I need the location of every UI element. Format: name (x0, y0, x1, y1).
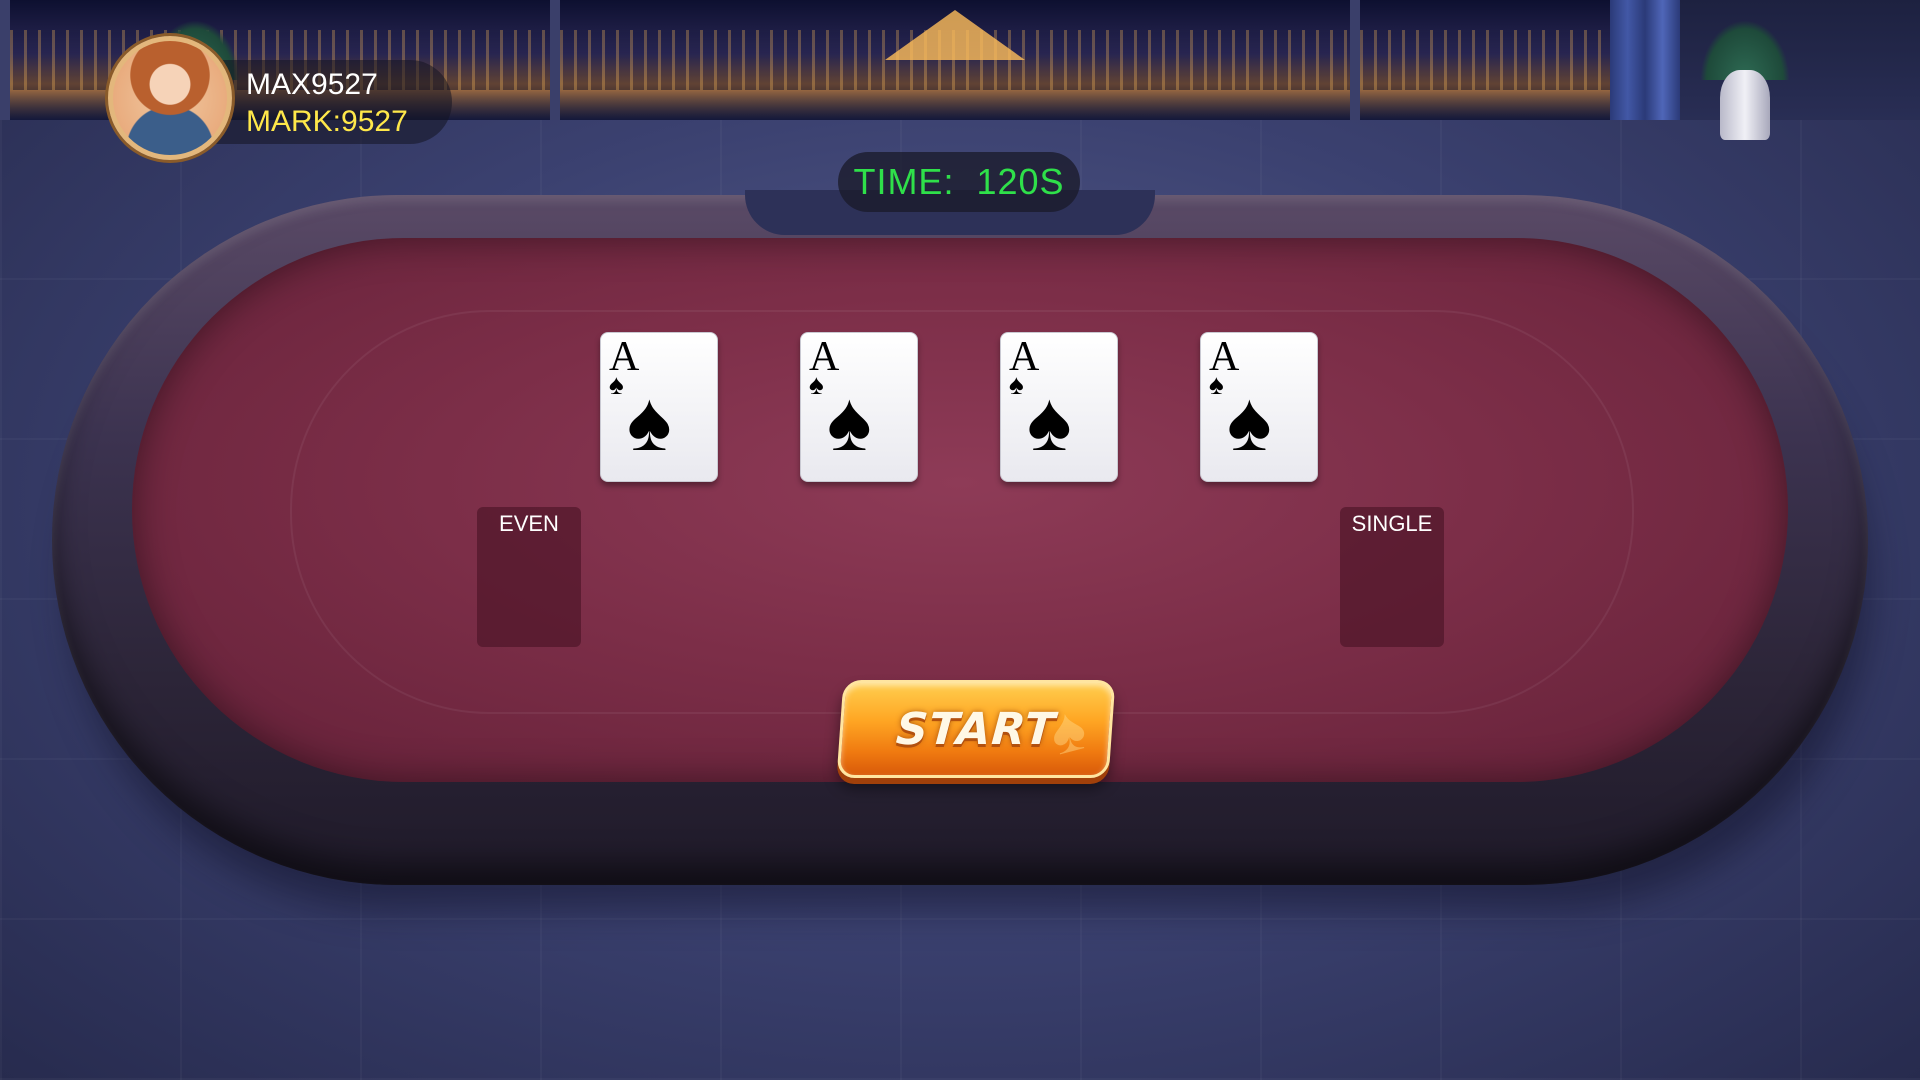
playing-card[interactable]: A ♠ ♠ (1200, 332, 1318, 482)
window-right (1350, 0, 1650, 120)
even-bet-label: EVEN (499, 511, 559, 536)
playing-card[interactable]: A ♠ ♠ (600, 332, 718, 482)
countdown-timer: TIME: 120S (838, 152, 1080, 212)
single-bet-label: SINGLE (1351, 511, 1433, 536)
palace-silhouette (885, 10, 1025, 60)
potted-plant-right (1700, 20, 1790, 140)
start-button[interactable]: ♠ START (836, 680, 1116, 778)
window-center (550, 0, 1360, 120)
spade-icon: ♠ (609, 369, 624, 400)
spade-icon: ♠ (1044, 690, 1092, 770)
player-avatar[interactable] (108, 36, 232, 160)
single-bet-slot[interactable]: SINGLE (1340, 507, 1444, 647)
river-reflection (560, 90, 1350, 120)
spade-icon: ♠ (627, 374, 672, 468)
playing-card[interactable]: A ♠ ♠ (1000, 332, 1118, 482)
spade-icon: ♠ (1027, 374, 1072, 468)
spade-icon: ♠ (1209, 369, 1224, 400)
timer-label: TIME: 120S (853, 161, 1065, 202)
player-mark: MARK:9527 (246, 105, 408, 138)
playing-card[interactable]: A ♠ ♠ (800, 332, 918, 482)
player-name: MAX9527 (246, 68, 378, 101)
spade-icon: ♠ (809, 369, 824, 400)
river-reflection (1360, 90, 1640, 120)
even-bet-slot[interactable]: EVEN (477, 507, 581, 647)
spade-icon: ♠ (1009, 369, 1024, 400)
start-button-label: START (894, 703, 1058, 755)
spade-icon: ♠ (1227, 374, 1272, 468)
city-skyline (1360, 30, 1640, 90)
spade-icon: ♠ (827, 374, 872, 468)
plant-pot (1720, 70, 1770, 140)
